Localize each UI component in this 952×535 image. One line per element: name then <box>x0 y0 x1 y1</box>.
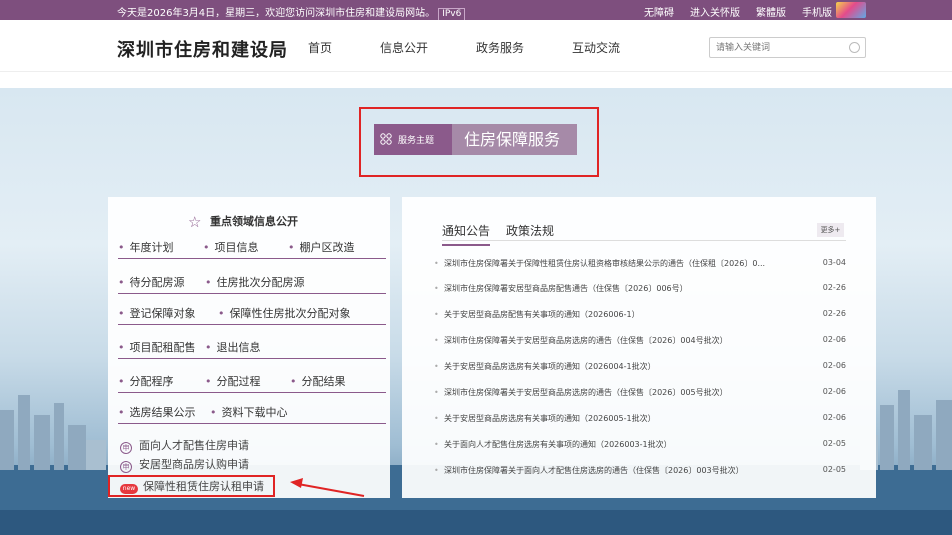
news-item[interactable]: • 深圳市住房保障署关于安居型商品房选房的通告（住保售〔2026〕004号批次）… <box>434 331 846 351</box>
apply-affordable-housing[interactable]: 申安居型商品房认购申请 <box>120 456 249 473</box>
link-download-center[interactable]: 资料下载中心 <box>210 404 288 420</box>
news-item[interactable]: • 深圳市住房保障署关于保障性租赁住房认租资格审核结果公示的通告（住保租〔202… <box>434 254 846 274</box>
apply-icon: 申 <box>120 461 132 473</box>
tab-divider <box>442 240 846 241</box>
news-item[interactable]: • 深圳市住房保障署关于面向人才配售住房选房的通告（住保售〔2026〕003号批… <box>434 461 846 481</box>
news-item[interactable]: • 深圳市住房保障署安居型商品房配售通告（住保售〔2026〕006号） 02-2… <box>434 279 846 299</box>
news-title[interactable]: 深圳市住房保障署关于安居型商品房选房的通告（住保售〔2026〕004号批次） <box>444 335 804 346</box>
apply-icon: 申 <box>120 442 132 454</box>
arrow-left-icon <box>290 478 365 497</box>
apply-talent-housing[interactable]: 申面向人才配售住房申请 <box>120 437 249 454</box>
news-date: 02-05 <box>822 439 846 448</box>
link-allocation-results[interactable]: 分配结果 <box>290 373 346 389</box>
link-batch-housing[interactable]: 住房批次分配房源 <box>205 274 305 290</box>
bullet-icon: • <box>434 336 439 345</box>
mobile-version-link[interactable]: 手机版 <box>802 8 832 19</box>
news-item[interactable]: • 关于安居型商品房选房有关事项的通知（2026005-1批次） 02-06 <box>434 409 846 429</box>
news-title[interactable]: 深圳市住房保障署安居型商品房配售通告（住保售〔2026〕006号） <box>444 283 804 294</box>
bullet-icon: • <box>434 466 439 475</box>
news-title[interactable]: 关于安居型商品房选房有关事项的通知（2026005-1批次） <box>444 413 804 424</box>
news-date: 02-06 <box>822 361 846 370</box>
more-button[interactable]: 更多+ <box>817 223 844 237</box>
news-title[interactable]: 关于安居型商品房选房有关事项的通知（2026004-1批次） <box>444 361 804 372</box>
bullet-icon: • <box>434 259 439 268</box>
link-allocation-process[interactable]: 分配过程 <box>205 373 261 389</box>
link-row: 待分配房源 住房批次分配房源 <box>118 268 386 294</box>
news-tabs: 通知公告 政策法规 <box>442 222 570 246</box>
rental-apply-highlight-box <box>108 475 275 497</box>
link-registered-recipients[interactable]: 登记保障对象 <box>118 305 196 321</box>
news-item[interactable]: • 关于安居型商品房选房有关事项的通知（2026004-1批次） 02-06 <box>434 357 846 377</box>
bullet-icon: • <box>434 310 439 319</box>
news-date: 02-06 <box>822 413 846 422</box>
traditional-chinese-link[interactable]: 繁體版 <box>756 8 786 19</box>
main-nav: 首页 信息公开 政务服务 互动交流 <box>308 39 668 56</box>
tab-notices[interactable]: 通知公告 <box>442 222 491 246</box>
link-rental-sale-projects[interactable]: 项目配租配售 <box>118 339 196 355</box>
nav-gov-services[interactable]: 政务服务 <box>476 41 524 55</box>
news-date: 02-05 <box>822 465 846 474</box>
link-annual-plan[interactable]: 年度计划 <box>118 239 174 255</box>
link-project-info[interactable]: 项目信息 <box>203 239 259 255</box>
top-links: 无障碍 进入关怀版 繁體版 手机版 <box>628 4 832 19</box>
accessibility-link[interactable]: 无障碍 <box>644 8 674 19</box>
bullet-icon: • <box>434 388 439 397</box>
link-allocation-procedure[interactable]: 分配程序 <box>118 373 174 389</box>
link-shantytown-renovation[interactable]: 棚户区改造 <box>288 239 355 255</box>
link-exit-info[interactable]: 退出信息 <box>205 339 261 355</box>
link-row: 分配程序 分配过程 分配结果 <box>118 367 386 393</box>
bullet-icon: • <box>434 284 439 293</box>
news-item[interactable]: • 关于面向人才配售住房选房有关事项的通知（2026003-1批次） 02-05 <box>434 435 846 455</box>
link-row: 选房结果公示 资料下载中心 <box>118 398 386 424</box>
panel-title: ☆ 重点领域信息公开 <box>188 213 298 231</box>
top-bar: 今天是2026年3月4日，星期三，欢迎您访问深圳市住房和建设局网站。 IPv6 无… <box>0 0 952 21</box>
nav-home[interactable]: 首页 <box>308 41 332 55</box>
panel-title-text: 重点领域信息公开 <box>210 215 298 228</box>
news-title[interactable]: 深圳市住房保障署关于安居型商品房选房的通告（住保售〔2026〕005号批次） <box>444 387 804 398</box>
care-mode-link[interactable]: 进入关怀版 <box>690 8 740 19</box>
star-icon: ☆ <box>188 213 202 231</box>
news-panel: 通知公告 政策法规 更多+ • 深圳市住房保障署关于保障性租赁住房认租资格审核结果… <box>402 197 876 498</box>
search-icon[interactable] <box>849 42 860 53</box>
bullet-icon: • <box>434 362 439 371</box>
bullet-icon: • <box>434 414 439 423</box>
link-row: 项目配租配售 退出信息 <box>118 333 386 359</box>
site-logo-icon[interactable] <box>836 2 866 18</box>
service-theme-label: 服务主题 <box>398 136 435 146</box>
search-input[interactable] <box>710 38 838 57</box>
key-info-panel: ☆ 重点领域信息公开 年度计划 项目信息 棚户区改造 待分配房源 住房批次分配房源… <box>108 197 390 498</box>
news-title[interactable]: 深圳市住房保障署关于面向人才配售住房选房的通告（住保售〔2026〕003号批次） <box>444 465 804 476</box>
bullet-icon: • <box>434 440 439 449</box>
grid-icon <box>380 133 392 145</box>
link-row: 登记保障对象 保障性住房批次分配对象 <box>118 299 386 325</box>
news-date: 02-06 <box>822 335 846 344</box>
link-batch-recipients[interactable]: 保障性住房批次分配对象 <box>218 305 351 321</box>
news-date: 02-26 <box>822 309 846 318</box>
site-header: 深圳市住房和建设局 首页 信息公开 政务服务 互动交流 <box>0 20 952 72</box>
news-date: 03-04 <box>822 258 846 267</box>
news-item[interactable]: • 深圳市住房保障署关于安居型商品房选房的通告（住保售〔2026〕005号批次）… <box>434 383 846 403</box>
link-row: 年度计划 项目信息 棚户区改造 <box>118 233 386 259</box>
site-brand[interactable]: 深圳市住房和建设局 <box>117 36 288 62</box>
news-title[interactable]: 深圳市住房保障署关于保障性租赁住房认租资格审核结果公示的通告（住保租〔2026〕… <box>444 258 804 269</box>
welcome-text: 今天是2026年3月4日，星期三，欢迎您访问深圳市住房和建设局网站。 <box>117 8 436 19</box>
search-box <box>709 37 866 58</box>
nav-interaction[interactable]: 互动交流 <box>572 41 620 55</box>
welcome-message: 今天是2026年3月4日，星期三，欢迎您访问深圳市住房和建设局网站。 IPv6 <box>117 4 466 21</box>
news-date: 02-26 <box>822 283 846 292</box>
link-selection-results[interactable]: 选房结果公示 <box>118 404 196 420</box>
news-title[interactable]: 关于安居型商品房配售有关事项的通知（2026006-1） <box>444 309 804 320</box>
service-theme-tag: 服务主题 <box>374 124 452 155</box>
news-item[interactable]: • 关于安居型商品房配售有关事项的通知（2026006-1） 02-26 <box>434 305 846 325</box>
theme-title: 住房保障服务 <box>452 124 577 155</box>
news-title[interactable]: 关于面向人才配售住房选房有关事项的通知（2026003-1批次） <box>444 439 804 450</box>
apply-affordable-housing-label: 安居型商品房认购申请 <box>139 458 249 471</box>
nav-info-disclosure[interactable]: 信息公开 <box>380 41 428 55</box>
link-pending-housing[interactable]: 待分配房源 <box>118 274 185 290</box>
news-date: 02-06 <box>822 387 846 396</box>
apply-talent-housing-label: 面向人才配售住房申请 <box>139 439 249 452</box>
